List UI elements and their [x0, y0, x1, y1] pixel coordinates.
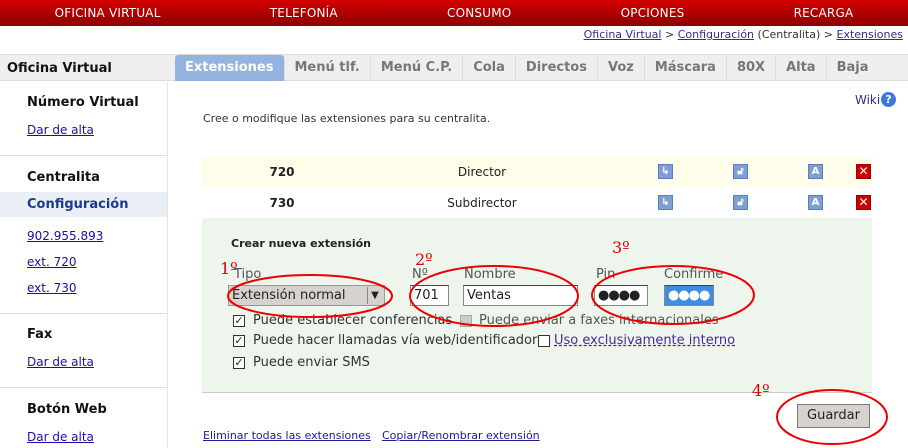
annotation-ellipse: [591, 265, 755, 325]
annotation-label: 2º: [415, 250, 433, 269]
annotation-label: 3º: [612, 238, 630, 257]
annotation-label: 4º: [752, 381, 770, 400]
annotation-ellipse: [227, 274, 393, 318]
annotation-ellipse: [776, 389, 888, 445]
annotation-label: 1º: [220, 259, 238, 278]
annotation-overlay: [227, 265, 888, 445]
annotation-ellipse: [409, 265, 579, 327]
